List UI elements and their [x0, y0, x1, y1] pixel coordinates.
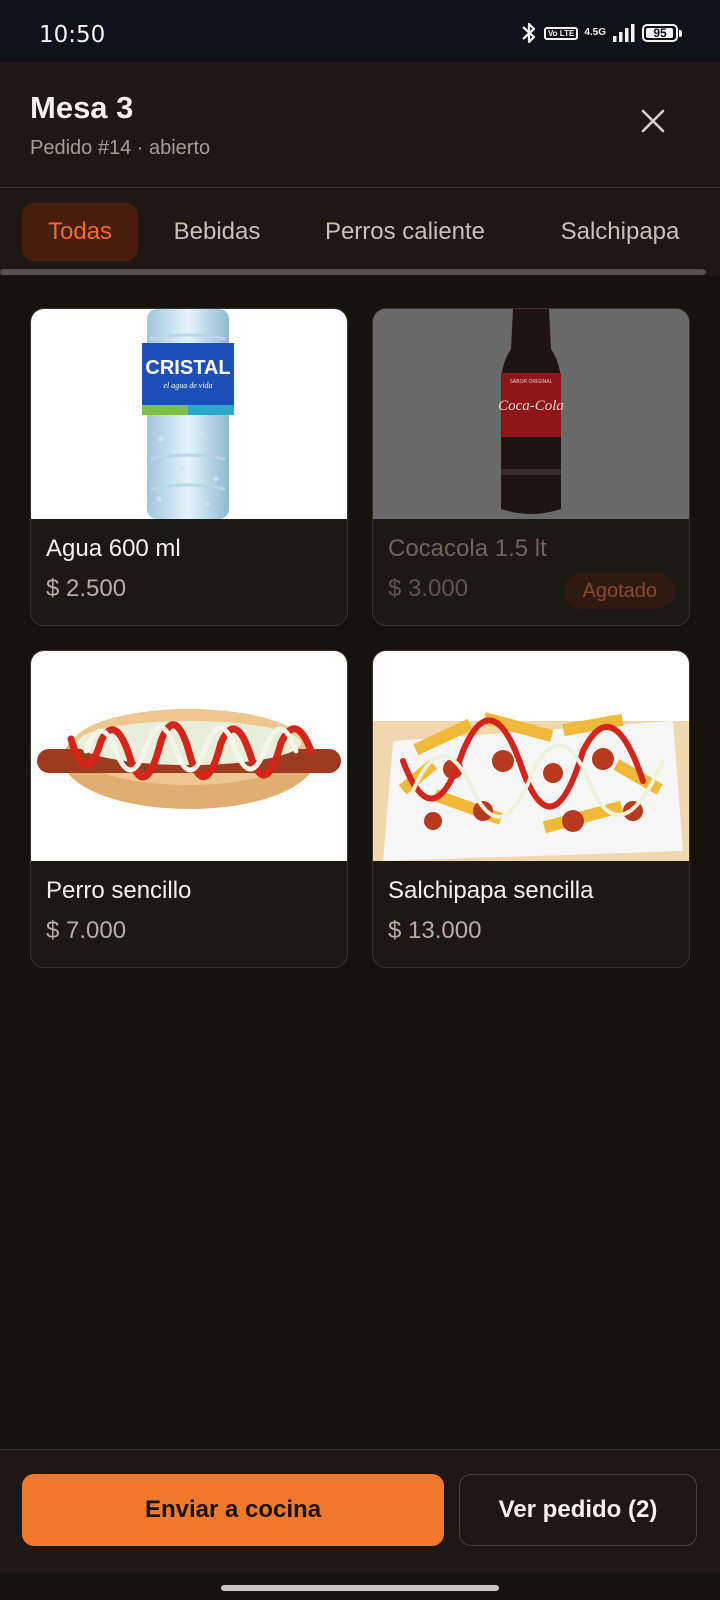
sold-out-badge: Agotado — [564, 573, 675, 609]
product-price: $ 3.000 — [388, 575, 469, 602]
water-brand-text: CRISTAL — [145, 357, 230, 379]
product-price: $ 2.500 — [46, 575, 127, 602]
cola-brand-text: Coca-Cola — [498, 398, 564, 414]
send-to-kitchen-button[interactable]: Enviar a cocina — [22, 1474, 444, 1546]
network-type-label: 4.5G — [584, 27, 606, 38]
product-name: Perro sencillo — [46, 877, 192, 904]
product-name: Cocacola 1.5 lt — [388, 535, 547, 562]
status-time: 10:50 — [39, 22, 106, 48]
product-price: $ 13.000 — [388, 917, 482, 944]
signal-icon — [613, 24, 635, 42]
bluetooth-icon — [522, 22, 536, 44]
product-image-cocacola: SABOR ORIGINAL Coca-Cola — [373, 309, 689, 519]
status-bar: 10:50 Vo LTE 4.5G 95 — [0, 0, 720, 62]
category-tabs: Todas Bebidas Perros caliente Salchipapa — [0, 188, 720, 276]
order-header: Mesa 3 Pedido #14 · abierto — [0, 62, 720, 188]
product-card-agua[interactable]: CRISTAL el agua de vida Agua 600 ml $ 2.… — [30, 308, 348, 626]
tabs-scrollbar[interactable] — [0, 269, 706, 275]
water-tagline-text: el agua de vida — [163, 381, 212, 390]
product-name: Salchipapa sencilla — [388, 877, 594, 904]
view-order-button[interactable]: Ver pedido (2) — [459, 1474, 697, 1546]
product-price: $ 7.000 — [46, 917, 127, 944]
tab-salchipapa[interactable]: Salchipapa — [534, 203, 706, 261]
order-subtitle: Pedido #14 · abierto — [30, 137, 211, 159]
battery-level: 95 — [653, 26, 667, 40]
bottom-action-bar: Enviar a cocina Ver pedido (2) — [0, 1449, 720, 1574]
product-card-salchipapa-sencilla[interactable]: Salchipapa sencilla $ 13.000 — [372, 650, 690, 968]
battery-icon: 95 — [642, 24, 682, 42]
status-icons: Vo LTE 4.5G 95 — [520, 21, 682, 45]
tab-bebidas[interactable]: Bebidas — [152, 203, 282, 261]
volte-icon: Vo LTE — [543, 26, 579, 40]
product-card-perro-sencillo[interactable]: Perro sencillo $ 7.000 — [30, 650, 348, 968]
close-icon — [641, 109, 665, 133]
product-card-cocacola[interactable]: SABOR ORIGINAL Coca-Cola Cocacola 1.5 lt… — [372, 308, 690, 626]
product-image-perro — [31, 651, 347, 861]
tab-perros-caliente[interactable]: Perros caliente — [300, 203, 510, 261]
cola-top-text: SABOR ORIGINAL — [510, 379, 553, 385]
product-image-salchipapa — [373, 651, 689, 861]
close-button[interactable] — [636, 104, 670, 138]
tab-todas[interactable]: Todas — [22, 203, 138, 261]
page-title: Mesa 3 — [30, 90, 134, 125]
product-image-agua: CRISTAL el agua de vida — [31, 309, 347, 519]
product-name: Agua 600 ml — [46, 535, 181, 562]
home-indicator[interactable] — [221, 1585, 499, 1591]
